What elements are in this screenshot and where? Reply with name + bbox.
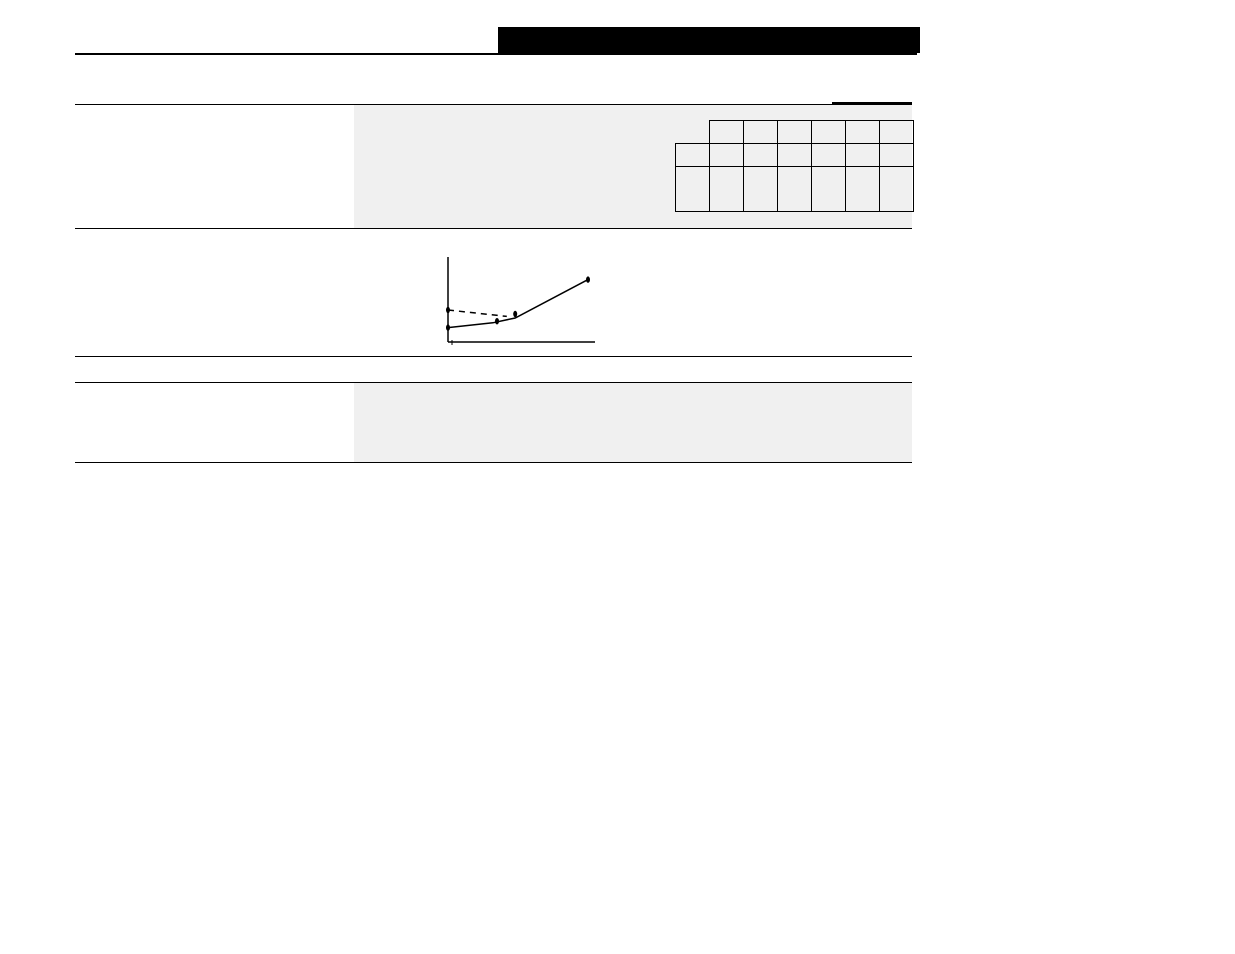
rule-3 xyxy=(75,356,912,357)
page xyxy=(0,0,1235,954)
table-row xyxy=(676,121,914,144)
header-black-band xyxy=(498,27,920,53)
grey-panel-2 xyxy=(354,383,912,462)
rule-5 xyxy=(75,462,912,463)
mini-chart xyxy=(440,252,600,347)
table-row xyxy=(676,167,914,212)
mini-table xyxy=(675,120,914,212)
table-row xyxy=(676,144,914,167)
rule-2 xyxy=(75,228,912,229)
